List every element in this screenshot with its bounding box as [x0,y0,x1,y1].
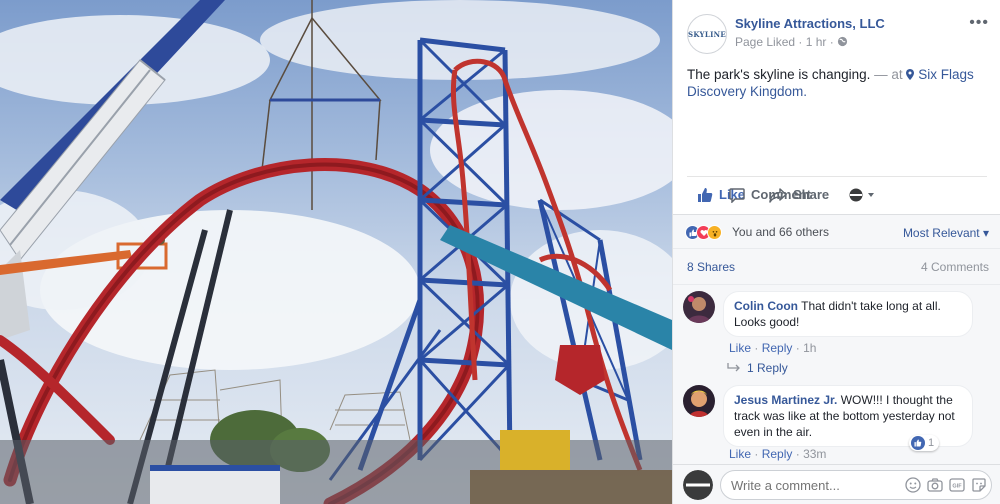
view-replies-link[interactable]: 1 Reply [727,361,788,375]
comment-like-link[interactable]: Like [729,447,751,461]
page-name-link[interactable]: Skyline Attractions, LLC [735,16,885,31]
camera-icon[interactable] [927,477,943,493]
sticker-icon[interactable] [971,477,987,493]
reactions-summary-text[interactable]: You and 66 others [732,225,829,239]
comments-count[interactable]: 4 Comments [921,260,989,274]
shares-comments-row: 8 Shares 4 Comments [673,248,1000,284]
like-badge-icon [911,436,925,450]
post-action-bar: Like Comment Share [687,176,987,212]
post-text: The park's skyline is changing. — at Six… [687,66,987,100]
comment-reply-link[interactable]: Reply [762,341,793,355]
comment-like-count[interactable]: 1 [909,435,940,451]
comment-label: Comment [751,187,811,202]
current-user-avatar [683,470,713,500]
comment-reply-link[interactable]: Reply [762,447,793,461]
gif-icon[interactable]: GIF [949,477,965,493]
post-photo[interactable] [0,0,672,504]
comment-actions: Like · Reply · 1h [729,341,817,355]
page-avatar[interactable]: SKYLINE [687,14,727,54]
comment-sort-dropdown[interactable]: Most Relevant ▾ [903,226,989,240]
reactions-summary: You and 66 others Most Relevant ▾ [673,214,1000,248]
comment-author[interactable]: Colin Coon [734,299,798,313]
comment-like-number: 1 [928,437,935,449]
more-options-icon[interactable]: ••• [969,14,989,32]
post-panel: SKYLINE Skyline Attractions, LLC Page Li… [672,0,1000,504]
avatar-logo-text: SKYLINE [688,29,726,39]
comment-composer: GIF [673,464,1000,504]
post-meta-text: Page Liked · 1 hr · [735,35,834,49]
thumbs-up-icon [697,187,713,203]
comment-timestamp[interactable]: 33m [803,447,826,461]
comments-list: Colin Coon That didn't take long at all.… [673,284,1000,464]
composer-tools: GIF [899,477,987,493]
globe-icon [837,36,848,47]
comment-actions: Like · Reply · 33m [729,447,827,461]
post-header: SKYLINE Skyline Attractions, LLC Page Li… [687,14,989,54]
wow-reaction-icon [707,225,722,240]
commenter-avatar[interactable] [683,291,715,323]
location-pin-icon [906,69,915,80]
roller-coaster-photo [0,0,672,504]
commenter-avatar[interactable] [683,385,715,417]
comment-bubble-icon [729,187,745,203]
svg-text:GIF: GIF [952,484,962,490]
emoji-icon[interactable] [905,477,921,493]
post-meta: Page Liked · 1 hr · [735,35,848,49]
comment-timestamp[interactable]: 1h [803,341,816,355]
reaction-icons[interactable] [685,225,722,240]
reply-arrow-icon [727,363,740,372]
comment-button[interactable]: Comment [729,177,1000,213]
post-text-at: — at [870,67,907,82]
replies-count: 1 Reply [747,361,788,375]
post-text-main: The park's skyline is changing. [687,67,871,82]
shares-link[interactable]: 8 Shares [687,260,735,274]
comment-like-link[interactable]: Like [729,341,751,355]
comment-bubble: Colin Coon That didn't take long at all.… [723,291,973,337]
comment-author[interactable]: Jesus Martinez Jr. [734,393,837,407]
